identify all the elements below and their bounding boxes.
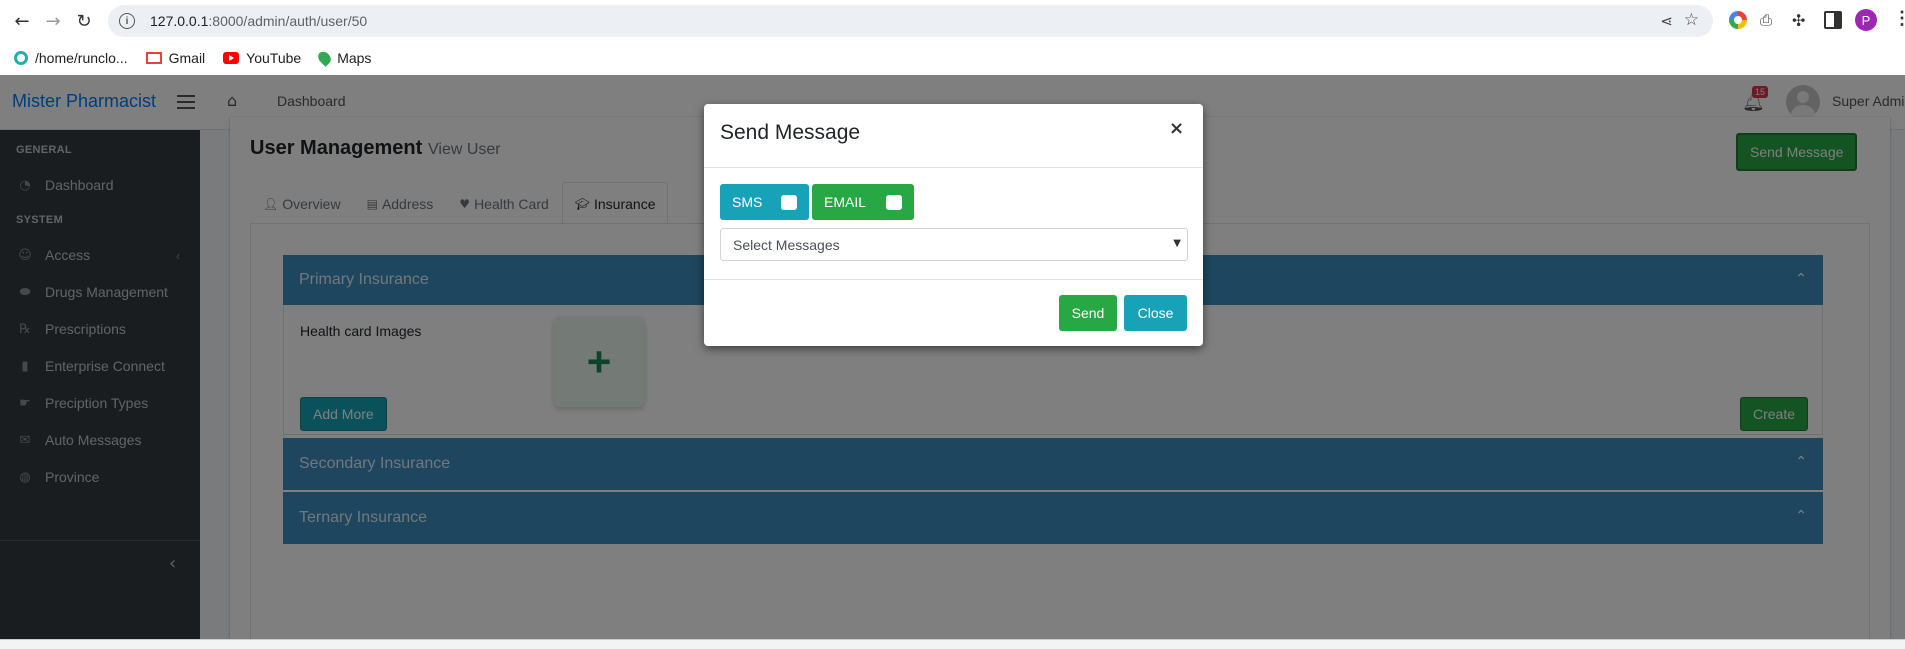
reload-icon[interactable]: ↻ [71,8,97,34]
printer-icon[interactable]: ⎙ [1760,11,1778,29]
email-checkbox[interactable] [886,195,902,210]
side-panel-icon[interactable] [1824,11,1842,29]
modal-title: Send Message [720,121,861,144]
bookmark-label: /home/runclo... [35,50,128,66]
gmail-icon [145,52,162,64]
divider [704,279,1203,280]
bookmark-label: Gmail [168,50,206,66]
bookmark-gmail[interactable]: Gmail [145,50,206,66]
sms-toggle[interactable]: SMS [720,184,809,220]
sms-checkbox[interactable] [781,195,797,210]
sms-label: SMS [732,194,763,210]
bookmark-youtube[interactable]: YouTube [223,50,301,66]
close-button[interactable]: Close [1124,295,1187,331]
home-icon [14,51,28,65]
site-info-icon[interactable]: i [119,13,135,29]
share-icon[interactable]: ⋖ [1660,12,1673,30]
chrome-extension-icon[interactable] [1729,11,1747,29]
back-arrow-icon[interactable]: ← [9,8,35,34]
profile-avatar[interactable]: P [1855,9,1877,31]
chevron-down-icon: ▼ [1173,238,1181,249]
divider [704,167,1203,168]
url-text[interactable]: 127.0.0.1:8000/admin/auth/user/50 [150,13,367,29]
address-bar[interactable]: i 127.0.0.1:8000/admin/auth/user/50 ⋖ ☆ [108,5,1713,37]
browser-toolbar: ← → ↻ i 127.0.0.1:8000/admin/auth/user/5… [0,0,1905,42]
more-menu-icon[interactable]: ⋮ [1893,8,1905,29]
send-message-modal: Send Message × SMS EMAIL Select Messages… [704,104,1203,346]
puzzle-extensions-icon[interactable]: ✣ [1792,11,1810,30]
youtube-icon [223,52,240,64]
maps-icon [315,49,334,67]
bookmarks-bar: /home/runclo... Gmail YouTube Maps [0,42,1905,74]
send-button[interactable]: Send [1059,295,1117,331]
status-strip [0,639,1905,649]
bookmark-maps[interactable]: Maps [315,49,372,67]
url-host: 127.0.0.1 [150,13,209,29]
forward-arrow-icon[interactable]: → [40,8,66,34]
bookmark-home[interactable]: /home/runclo... [14,50,128,66]
email-toggle[interactable]: EMAIL [812,184,914,220]
bookmark-label: Maps [337,50,372,66]
bookmark-star-icon[interactable]: ☆ [1684,10,1699,30]
bookmark-label: YouTube [246,50,302,66]
select-messages-dropdown[interactable]: Select Messages ▼ [720,228,1188,261]
close-icon[interactable]: × [1169,118,1184,139]
email-label: EMAIL [824,194,867,210]
select-value: Select Messages [733,236,840,253]
url-path: :8000/admin/auth/user/50 [208,13,368,29]
